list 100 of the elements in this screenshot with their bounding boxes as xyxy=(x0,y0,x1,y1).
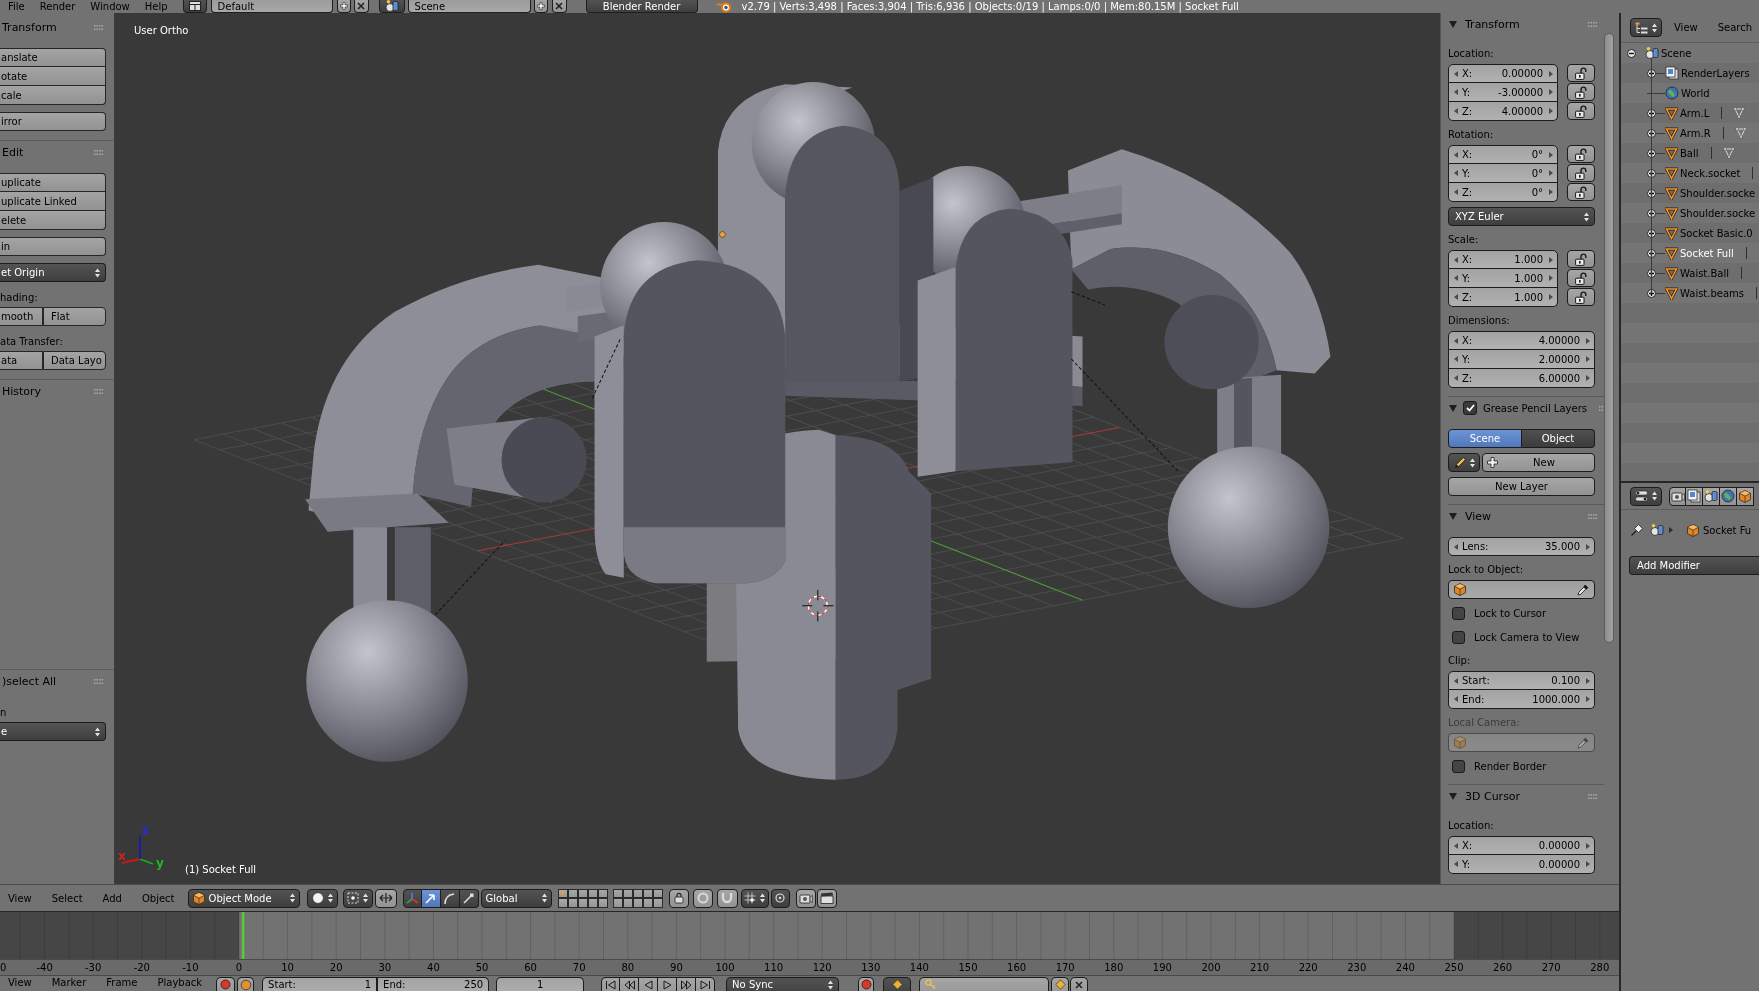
context-tab[interactable] xyxy=(1737,486,1754,506)
tree-item[interactable]: World xyxy=(1681,87,1710,99)
expand-icon[interactable] xyxy=(1647,68,1656,78)
number-field[interactable]: Z: 1.000 xyxy=(1448,288,1558,307)
menu-item[interactable]: Help xyxy=(144,0,168,13)
layer-button[interactable] xyxy=(597,898,608,908)
panel-title[interactable]: History xyxy=(2,384,42,398)
expand-icon[interactable] xyxy=(1647,248,1656,258)
snap-button[interactable] xyxy=(716,888,738,908)
expand-icon[interactable] xyxy=(1647,168,1656,178)
orientation-dropdown[interactable]: Global xyxy=(480,888,552,908)
menu-item[interactable]: Select xyxy=(51,892,83,904)
delete-keyframe-button[interactable] xyxy=(1070,977,1089,991)
manipulator-mode-button[interactable] xyxy=(421,888,441,908)
number-field[interactable]: Start: 1 xyxy=(262,977,378,991)
playback-button[interactable] xyxy=(601,977,621,991)
tree-item[interactable]: Ball xyxy=(1680,147,1699,159)
tree-item[interactable]: Socket Full xyxy=(1680,247,1734,259)
tree-item[interactable]: Waist.beams xyxy=(1680,287,1745,299)
number-field[interactable]: End: 1000.000 xyxy=(1448,690,1595,709)
layer-button[interactable] xyxy=(622,888,633,898)
panel-title[interactable]: Transform xyxy=(1465,17,1520,31)
tool-button[interactable]: uplicate Linked xyxy=(0,192,106,211)
layer-button[interactable] xyxy=(597,888,608,898)
scrollbar-thumb[interactable] xyxy=(1604,33,1614,643)
delete-button[interactable] xyxy=(353,0,369,13)
snap-element-dropdown[interactable] xyxy=(740,888,769,908)
context-tab[interactable] xyxy=(1720,486,1737,506)
tree-item[interactable]: Waist.Ball xyxy=(1680,267,1729,279)
proportional-button[interactable] xyxy=(692,888,713,908)
menu-item[interactable]: Render xyxy=(39,0,76,13)
tool-button[interactable]: ata xyxy=(0,351,43,370)
tool-button[interactable]: irror xyxy=(0,112,106,131)
lock-button[interactable] xyxy=(1567,269,1595,287)
panel-title[interactable]: Transform xyxy=(2,20,57,34)
layer-button[interactable] xyxy=(642,898,653,908)
keyframe-button[interactable] xyxy=(237,977,255,991)
tool-button[interactable]: otate xyxy=(0,67,106,86)
add-button[interactable] xyxy=(336,0,351,13)
layer-button[interactable] xyxy=(577,888,588,898)
lock-button[interactable] xyxy=(1567,145,1595,163)
expand-icon[interactable] xyxy=(1647,188,1656,198)
checkbox[interactable] xyxy=(1452,631,1465,644)
lock-button[interactable] xyxy=(1567,83,1595,101)
expand-icon[interactable] xyxy=(1647,208,1656,218)
number-field[interactable]: Z: 4.00000 xyxy=(1448,102,1558,121)
tool-button[interactable]: Flat xyxy=(43,307,106,326)
shading-dropdown[interactable] xyxy=(306,888,338,908)
menu-item[interactable]: Frame xyxy=(106,976,138,990)
snap-target-button[interactable] xyxy=(770,888,790,908)
dropdown-menu[interactable]: e xyxy=(0,722,106,741)
number-field[interactable]: Z: 0° xyxy=(1448,183,1558,202)
lock-button[interactable] xyxy=(1567,102,1595,120)
panel-title[interactable]: View xyxy=(1465,509,1492,523)
add-button[interactable] xyxy=(533,0,548,13)
scene-button[interactable] xyxy=(378,0,405,13)
playback-button[interactable] xyxy=(620,977,640,991)
auto-keying-button[interactable] xyxy=(216,977,236,991)
lock-button[interactable] xyxy=(1567,64,1595,82)
checkbox[interactable] xyxy=(1463,401,1477,415)
tool-button[interactable]: elete xyxy=(0,211,106,230)
number-field[interactable]: X: 0.00000 xyxy=(1448,64,1558,83)
tree-item[interactable]: Arm.R xyxy=(1680,127,1711,139)
render-image-button[interactable] xyxy=(795,888,816,908)
number-field[interactable]: X: 1.000 xyxy=(1448,250,1558,269)
layer-button[interactable] xyxy=(612,898,623,908)
manipulator-mode-button[interactable] xyxy=(440,888,460,908)
mode-dropdown[interactable]: Object Mode xyxy=(187,888,300,908)
number-field[interactable]: Y: 0° xyxy=(1448,164,1558,183)
playback-button[interactable] xyxy=(677,977,697,991)
context-tab[interactable] xyxy=(1703,486,1720,506)
collapse-arrow-icon[interactable] xyxy=(1449,404,1457,412)
pencil-dropdown[interactable] xyxy=(1448,453,1480,472)
layer-button[interactable] xyxy=(612,888,623,898)
menu-item[interactable]: View xyxy=(1674,22,1698,33)
tool-button[interactable]: Data Layo xyxy=(43,351,106,370)
lock-button[interactable] xyxy=(1567,250,1595,268)
expand-icon[interactable] xyxy=(1647,268,1656,278)
menu-item[interactable]: Add xyxy=(102,892,122,904)
number-field[interactable]: X: 0.00000 xyxy=(1448,836,1595,855)
tool-button[interactable]: mooth xyxy=(0,307,43,326)
toggle-option[interactable]: Object xyxy=(1522,429,1595,448)
dropdown-menu[interactable]: et Origin xyxy=(0,263,106,282)
keying-set-field[interactable] xyxy=(919,977,1050,991)
panel-title[interactable]: 3D Cursor xyxy=(1465,789,1521,803)
collapse-icon[interactable] xyxy=(1627,48,1636,58)
layer-button[interactable] xyxy=(587,888,598,898)
new-button[interactable]: New xyxy=(1482,453,1595,472)
checkbox[interactable] xyxy=(1452,760,1465,773)
lock-button[interactable] xyxy=(1567,288,1595,306)
layer-button[interactable] xyxy=(557,888,568,898)
expand-icon[interactable] xyxy=(1647,108,1656,118)
playback-button[interactable] xyxy=(639,977,659,991)
dropdown-menu[interactable]: XYZ Euler xyxy=(1448,207,1595,226)
object-field[interactable] xyxy=(1448,580,1595,599)
number-field[interactable]: X: 4.00000 xyxy=(1448,331,1595,350)
layer-button[interactable] xyxy=(642,888,653,898)
tree-item[interactable]: RenderLayers xyxy=(1681,67,1750,79)
menu-item[interactable]: Search xyxy=(1717,22,1753,33)
collapse-arrow-icon[interactable] xyxy=(1449,512,1457,520)
